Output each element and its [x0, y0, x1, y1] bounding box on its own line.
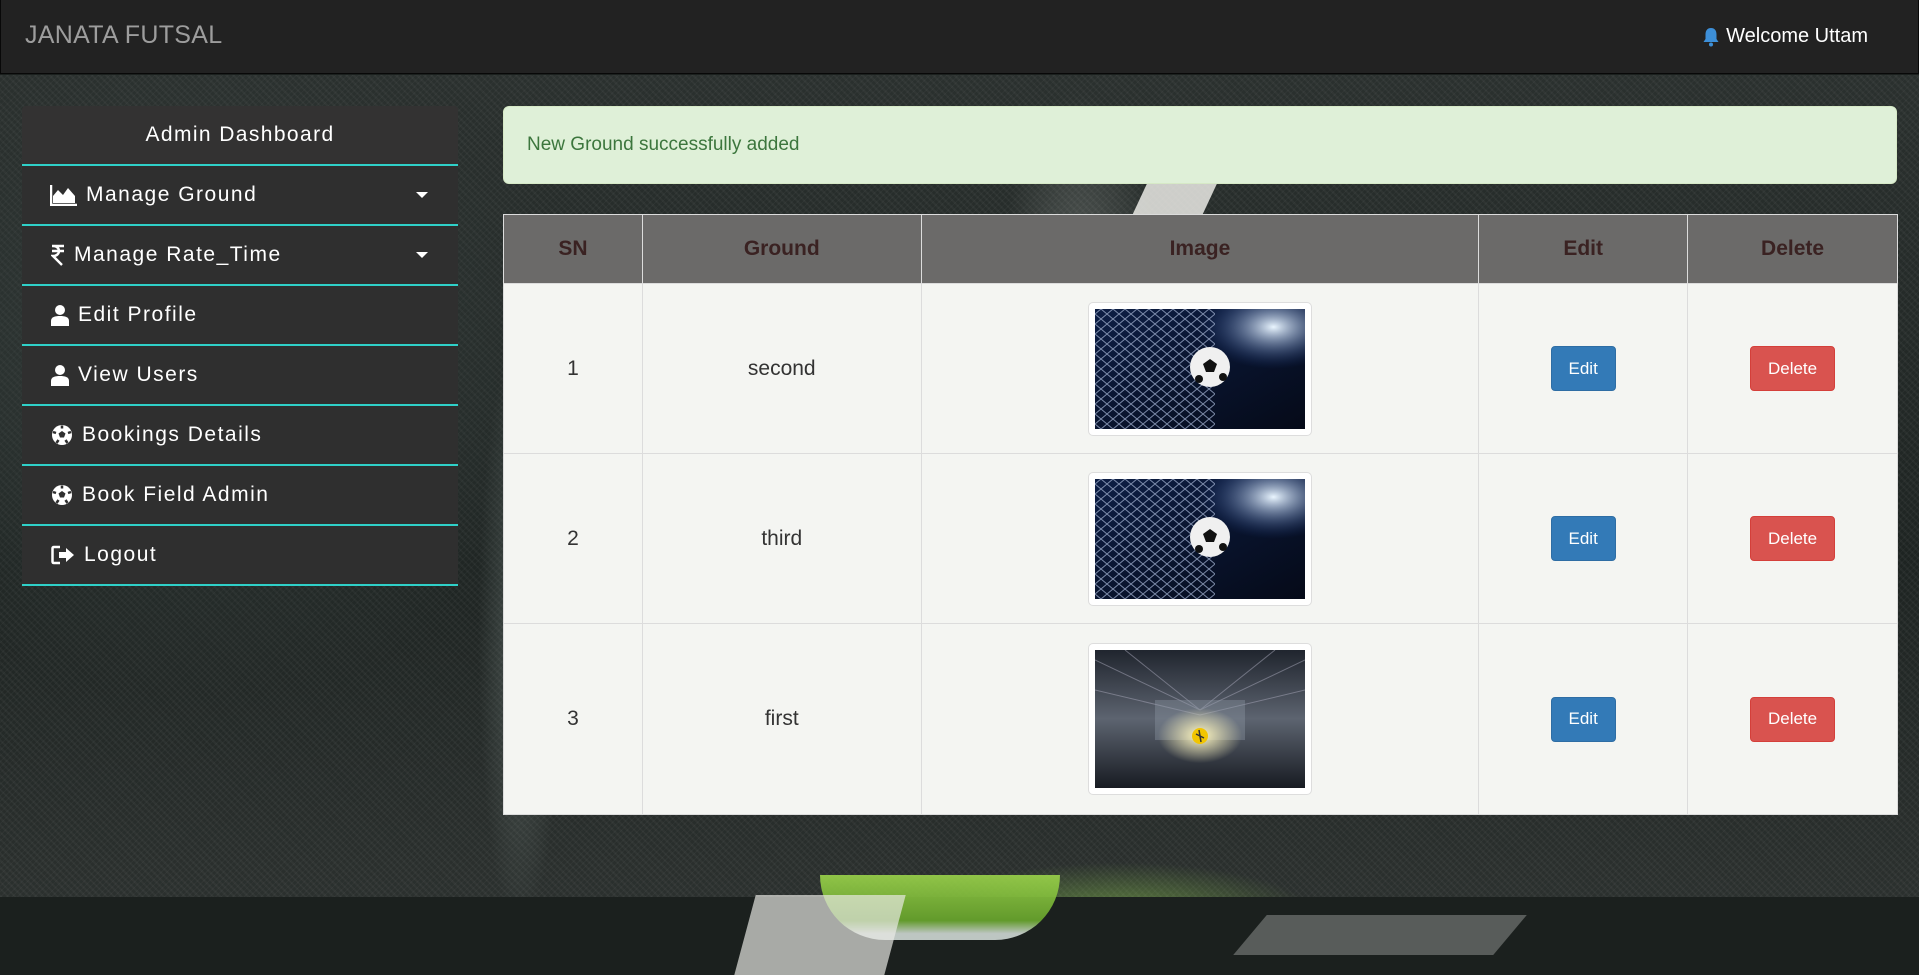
rupee-icon [50, 244, 66, 266]
field-line [734, 895, 906, 975]
soccer-ball-icon [50, 484, 74, 506]
cell-image [920, 623, 1480, 815]
sign-out-icon [50, 545, 76, 565]
bell-icon [1703, 27, 1719, 46]
cell-image [920, 453, 1480, 624]
column-header-ground: Ground [641, 214, 922, 284]
sidebar-item-manage-ground[interactable]: Manage Ground [22, 166, 458, 226]
sidebar-item-logout[interactable]: Logout [22, 526, 458, 586]
cell-edit: Edit [1478, 623, 1689, 815]
sidebar-item-label: Book Field Admin [82, 483, 270, 506]
ground-thumbnail[interactable] [1087, 301, 1312, 436]
edit-button[interactable]: Edit [1550, 696, 1616, 742]
success-alert: New Ground successfully added [503, 106, 1897, 184]
edit-button[interactable]: Edit [1550, 516, 1616, 561]
welcome-user[interactable]: Welcome Uttam [1702, 25, 1868, 48]
cell-ground: first [641, 623, 922, 815]
top-navbar: JANATA FUTSAL Welcome Uttam [0, 0, 1919, 74]
column-header-image: Image [920, 214, 1480, 284]
delete-button[interactable]: Delete [1750, 516, 1836, 561]
welcome-text: Welcome Uttam [1726, 25, 1868, 47]
ground-thumbnail[interactable] [1087, 471, 1312, 606]
cell-sn: 1 [503, 283, 643, 454]
sidebar-item-view-users[interactable]: View Users [22, 346, 458, 406]
ground-thumbnail[interactable] [1087, 643, 1312, 795]
cell-ground: third [641, 453, 922, 624]
table-row: 1 second Edit Delete [503, 283, 1898, 454]
sidebar-item-label: Bookings Details [82, 423, 263, 446]
delete-button[interactable]: Delete [1750, 696, 1836, 742]
sidebar-item-label: View Users [78, 363, 199, 386]
edit-button[interactable]: Edit [1550, 346, 1616, 391]
column-header-delete: Delete [1687, 214, 1898, 284]
cell-edit: Edit [1478, 283, 1689, 454]
table-row: 3 first Edit Delete [503, 623, 1898, 815]
sidebar-item-label: Manage Ground [86, 183, 258, 206]
sidebar-item-bookings-details[interactable]: Bookings Details [22, 406, 458, 466]
user-icon [50, 304, 70, 326]
cell-image [920, 283, 1480, 454]
chevron-down-icon [416, 192, 428, 198]
area-chart-icon [50, 184, 78, 206]
delete-button[interactable]: Delete [1750, 346, 1836, 391]
sidebar-item-manage-rate-time[interactable]: Manage Rate_Time [22, 226, 458, 286]
chevron-down-icon [416, 252, 428, 258]
cell-ground: second [641, 283, 922, 454]
cell-sn: 3 [503, 623, 643, 815]
column-header-sn: SN [503, 214, 643, 284]
sidebar-item-edit-profile[interactable]: Edit Profile [22, 286, 458, 346]
brand-link[interactable]: JANATA FUTSAL [25, 21, 222, 50]
user-icon [50, 364, 70, 386]
table-header-row: SN Ground Image Edit Delete [503, 214, 1898, 284]
soccer-net-image [1094, 478, 1305, 599]
soccer-net-image [1094, 308, 1305, 429]
table-row: 2 third Edit Delete [503, 453, 1898, 624]
field-line [1233, 915, 1527, 955]
cell-delete: Delete [1687, 623, 1898, 815]
sidebar-item-label: Edit Profile [78, 303, 198, 326]
sidebar-item-label: Manage Rate_Time [74, 243, 282, 266]
sidebar-item-book-field-admin[interactable]: Book Field Admin [22, 466, 458, 526]
column-header-edit: Edit [1478, 214, 1689, 284]
alert-message: New Ground successfully added [527, 134, 800, 155]
indoor-hall-image [1094, 650, 1305, 788]
grounds-table: SN Ground Image Edit Delete 1 second Edi… [503, 214, 1898, 815]
sidebar-item-label: Logout [84, 543, 158, 566]
sidebar-header: Admin Dashboard [22, 106, 458, 166]
sidebar: Admin Dashboard Manage Ground Manage Rat… [22, 106, 458, 586]
cell-edit: Edit [1478, 453, 1689, 624]
cell-delete: Delete [1687, 283, 1898, 454]
cell-sn: 2 [503, 453, 643, 624]
cell-delete: Delete [1687, 453, 1898, 624]
soccer-ball-icon [50, 424, 74, 446]
